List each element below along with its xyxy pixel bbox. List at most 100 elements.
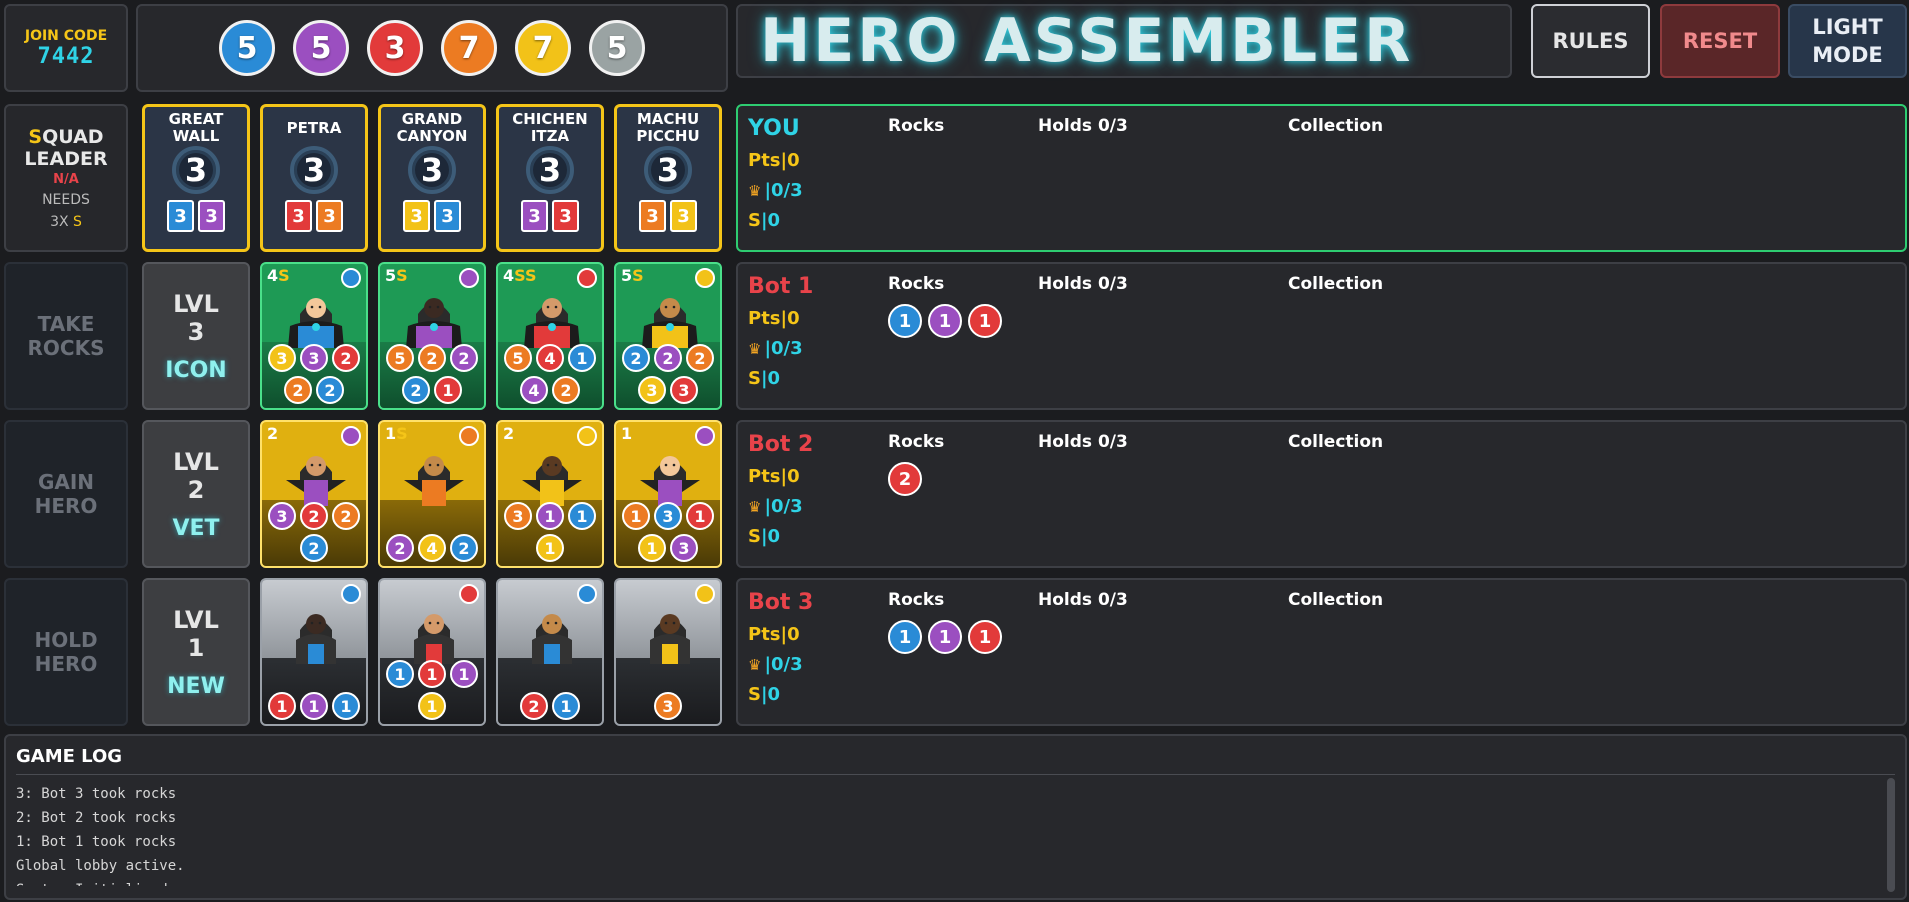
holds-header: Holds 0/3: [1038, 274, 1128, 294]
hero-cost: 52221: [380, 344, 484, 404]
monument-card[interactable]: GREAT WALL 3 3 3: [142, 104, 250, 252]
level-1-label: LVL 1: [173, 605, 219, 662]
bank-rock-orange[interactable]: 7: [441, 20, 497, 76]
hero-figure-icon: [524, 298, 580, 348]
player-rock-purple: 1: [928, 304, 962, 338]
level-1-panel: LVL 1 NEW: [142, 578, 250, 726]
player-crown-count: |0/3: [764, 180, 803, 201]
holds-header: Holds 0/3: [1038, 590, 1128, 610]
player-crowns: ♛ |0/3: [748, 654, 803, 675]
game-title-panel: HERO ASSEMBLER: [736, 4, 1512, 78]
cost-rock-red: 1: [434, 376, 462, 404]
bank-rock-red[interactable]: 3: [367, 20, 423, 76]
gain-hero-label: GAIN HERO: [34, 470, 98, 518]
player-stars: S|0: [748, 684, 780, 705]
hero-figure-icon: [650, 614, 690, 664]
game-log-scrollbar[interactable]: [1887, 778, 1895, 892]
cost-rock-orange: 2: [418, 344, 446, 372]
cost-rock-blue: 2: [316, 376, 344, 404]
join-code-panel: JOIN CODE 7442: [4, 4, 128, 92]
cost-rock-purple: 3: [300, 344, 328, 372]
player-name: Bot 2: [748, 432, 814, 457]
monument-points: 3: [290, 146, 338, 194]
hero-card[interactable]: 23222: [260, 420, 368, 568]
log-entry: System Initialized: [16, 878, 1875, 886]
collection-header: Collection: [1288, 274, 1384, 294]
player-crowns: ♛ |0/3: [748, 338, 803, 359]
hero-card[interactable]: 5S 2 2 2 3 3: [614, 262, 722, 410]
player-points: Pts|0: [748, 308, 800, 329]
hero-gem-blue: [341, 584, 361, 604]
monument-requirements: 33: [499, 200, 601, 232]
player-crown-count: |0/3: [764, 654, 803, 675]
player-star-count: |0: [760, 684, 781, 705]
cost-rock-purple: 2: [450, 344, 478, 372]
level-3-label: LVL 3: [173, 289, 219, 346]
hero-card[interactable]: 1111: [378, 578, 486, 726]
player-crowns: ♛ |0/3: [748, 180, 803, 201]
hero-card[interactable]: 21: [496, 578, 604, 726]
cost-rock-blue: 2: [300, 534, 328, 562]
hero-cost: 21: [498, 692, 602, 720]
star-label: S: [748, 210, 761, 231]
cost-rock-orange: 2: [332, 502, 360, 530]
take-rocks-label: TAKE ROCKS: [27, 312, 105, 360]
requirement-purple: 3: [521, 200, 548, 232]
hero-card[interactable]: 23111: [496, 420, 604, 568]
hold-hero-action[interactable]: HOLD HERO: [4, 578, 128, 726]
player-crown-count: |0/3: [764, 338, 803, 359]
gain-hero-action[interactable]: GAIN HERO: [4, 420, 128, 568]
level-2-panel: LVL 2 VET: [142, 420, 250, 568]
hero-figure-icon: [406, 298, 462, 348]
cost-rock-red: 2: [332, 344, 360, 372]
hero-card[interactable]: 111: [260, 578, 368, 726]
bank-rock-grey[interactable]: 5: [589, 20, 645, 76]
hero-gem-purple: [459, 268, 479, 288]
take-rocks-action[interactable]: TAKE ROCKS: [4, 262, 128, 410]
cost-rock-yellow: 4: [418, 534, 446, 562]
hero-card[interactable]: 1S 2 4 2: [378, 420, 486, 568]
player-points: Pts|0: [748, 150, 800, 171]
hero-figure-icon: [286, 456, 346, 506]
hero-card[interactable]: 3: [614, 578, 722, 726]
player-panel: Bot 3 Pts|0 ♛ |0/3 S|0 Rocks Holds 0/3 Collecti…: [736, 578, 1907, 726]
player-rock-red: 2: [888, 462, 922, 496]
player-points: Pts|0: [748, 624, 800, 645]
game-log-title: GAME LOG: [16, 746, 123, 767]
player-panel: YOU Pts|0 ♛ |0/3 S|0 Rocks Holds 0/3 Collection: [736, 104, 1907, 252]
cost-rock-purple: 4: [520, 376, 548, 404]
crown-icon: ♛: [748, 182, 762, 200]
hero-cost: 3111: [498, 502, 602, 562]
bank-rock-blue[interactable]: 5: [219, 20, 275, 76]
hero-card[interactable]: 4S 3 3 2 2 2: [260, 262, 368, 410]
cost-rock-blue: 1: [568, 344, 596, 372]
star-label: S: [748, 368, 761, 389]
level-2-label: LVL 2: [173, 447, 219, 504]
squad-leader-title-rest: QUAD: [42, 125, 104, 148]
hero-card[interactable]: 4SS 5 4 1 4 2: [496, 262, 604, 410]
hero-card[interactable]: 113113: [614, 420, 722, 568]
reset-button[interactable]: RESET: [1660, 4, 1780, 78]
hero-figure-icon: [404, 456, 464, 506]
collection-header: Collection: [1288, 590, 1384, 610]
squad-leader-panel: SQUAD LEADER N/A NEEDS 3X S: [4, 104, 128, 252]
monument-card[interactable]: PETRA 3 3 3: [260, 104, 368, 252]
log-entry: 2: Bot 2 took rocks: [16, 810, 177, 826]
monument-card[interactable]: CHICHEN ITZA 3 3 3: [496, 104, 604, 252]
bank-rock-yellow[interactable]: 7: [515, 20, 571, 76]
monument-card[interactable]: MACHU PICCHU 3 3 3: [614, 104, 722, 252]
cost-rock-purple: 3: [268, 502, 296, 530]
rules-button[interactable]: RULES: [1531, 4, 1650, 78]
monument-name: CHICHEN ITZA: [512, 110, 588, 145]
light-mode-button[interactable]: LIGHT MODE: [1788, 4, 1907, 78]
cost-rock-blue: 1: [568, 502, 596, 530]
cost-rock-purple: 2: [654, 344, 682, 372]
monument-points: 3: [644, 146, 692, 194]
hero-cost: 111: [262, 692, 366, 720]
cost-rock-orange: 1: [622, 502, 650, 530]
player-stars: S|0: [748, 526, 780, 547]
monument-card[interactable]: GRAND CANYON 3 3 3: [378, 104, 486, 252]
bank-rock-purple[interactable]: 5: [293, 20, 349, 76]
hero-card[interactable]: 5S 5 2 2 2 1: [378, 262, 486, 410]
hero-cost: 242: [380, 534, 484, 562]
